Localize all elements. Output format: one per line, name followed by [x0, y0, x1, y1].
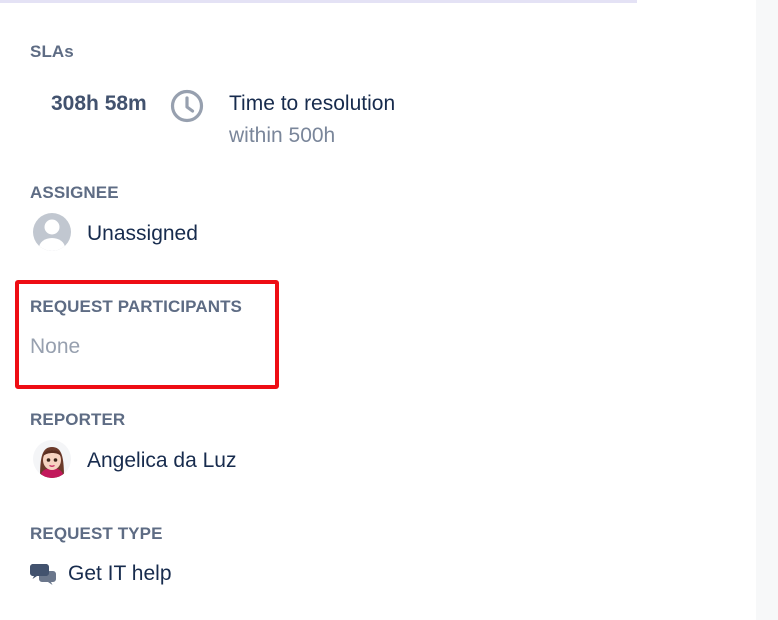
assignee-section-label: ASSIGNEE — [30, 183, 119, 202]
sla-section-label: SLAs — [30, 42, 74, 61]
default-avatar-icon — [33, 213, 71, 251]
top-divider — [0, 0, 637, 3]
participants-value[interactable]: None — [30, 335, 80, 359]
participants-section-label: REQUEST PARTICIPANTS — [30, 297, 242, 316]
request-type-value[interactable]: Get IT help — [68, 562, 172, 586]
reporter-avatar[interactable] — [32, 439, 72, 479]
clock-icon — [170, 89, 204, 123]
sidebar-details-panel: SLAs 308h 58m Time to resolution within … — [0, 0, 778, 620]
chat-bubbles-icon — [30, 564, 56, 585]
reporter-section-label: REPORTER — [30, 410, 126, 429]
request-type-section-label: REQUEST TYPE — [30, 524, 163, 543]
reporter-value[interactable]: Angelica da Luz — [87, 449, 236, 473]
sla-elapsed-time: 308h 58m — [51, 92, 147, 115]
right-gutter — [756, 0, 778, 620]
sla-goal-target: within 500h — [229, 124, 336, 147]
assignee-value[interactable]: Unassigned — [87, 222, 198, 246]
sla-goal-name[interactable]: Time to resolution — [229, 92, 395, 116]
